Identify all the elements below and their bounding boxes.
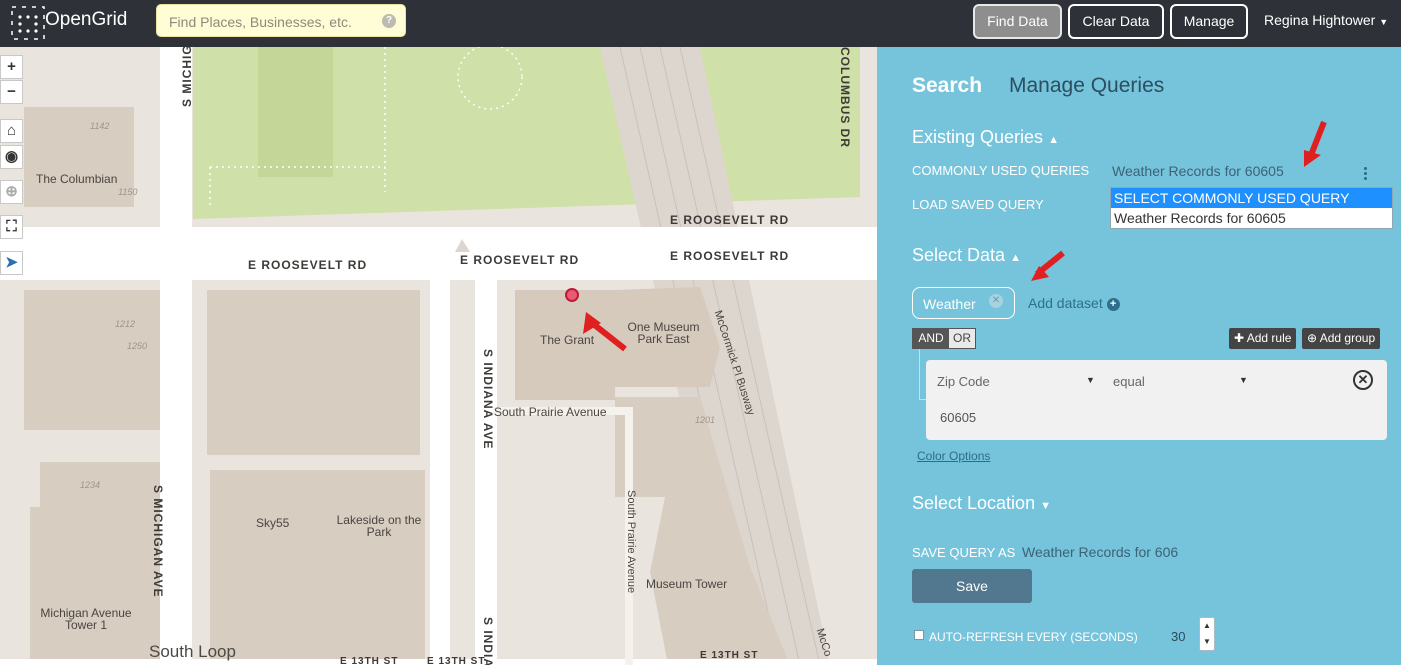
fullscreen-icon[interactable]: ⛶ <box>0 215 23 239</box>
refresh-stepper[interactable]: ▲ ▼ <box>1199 617 1215 651</box>
color-options-link[interactable]: Color Options <box>917 449 990 463</box>
plus-circle-icon: ⊕ <box>1307 331 1318 345</box>
address-number: 1234 <box>80 480 101 490</box>
tab-manage-queries[interactable]: Manage Queries <box>1009 74 1164 98</box>
query-rule: Zip Code ▼ equal ▼ 60605 ✕ <box>926 360 1387 440</box>
street-label: South Prairie Avenue <box>625 490 637 594</box>
and-button[interactable]: AND <box>913 329 949 348</box>
auto-refresh-checkbox[interactable] <box>914 630 924 640</box>
street-label: South Prairie Avenue <box>494 405 607 419</box>
red-arrow-icon <box>1031 250 1065 281</box>
add-rule-button[interactable]: ✚ Add rule <box>1229 328 1297 349</box>
rule-value-input[interactable]: 60605 <box>940 410 976 425</box>
auto-refresh-label: AUTO-REFRESH EVERY (SECONDS) <box>929 630 1138 644</box>
address-number: 1212 <box>115 319 136 329</box>
zoom-in-button[interactable]: + <box>0 55 23 79</box>
rule-field-select[interactable]: Zip Code <box>937 374 990 389</box>
street-label: COLUMBUS DR <box>838 47 852 148</box>
save-query-label: SAVE QUERY AS <box>912 545 1016 560</box>
delete-rule-icon[interactable]: ✕ <box>1353 370 1373 390</box>
save-query-input[interactable]: Weather Records for 606 <box>1022 544 1178 560</box>
common-queries-dropdown[interactable]: SELECT COMMONLY USED QUERY Weather Recor… <box>1110 187 1393 229</box>
select-location-header[interactable]: Select Location ▼ <box>912 493 1051 514</box>
zoom-area-icon[interactable]: ⊕ <box>0 180 23 204</box>
street-label: S INDIANA AVE <box>481 349 495 450</box>
stepper-up-icon[interactable]: ▲ <box>1200 618 1214 634</box>
plus-circle-icon: + <box>1106 297 1120 311</box>
street-label: E 13TH ST <box>340 656 399 665</box>
street-label: E ROOSEVELT RD <box>460 253 580 267</box>
home-icon[interactable]: ⌂ <box>0 119 23 143</box>
top-navbar: OpenGrid ? Find Data Clear Data Manage R… <box>0 0 1401 47</box>
find-data-button[interactable]: Find Data <box>973 4 1062 39</box>
street-label: E ROOSEVELT RD <box>670 249 790 263</box>
tab-search[interactable]: Search <box>912 74 982 98</box>
plus-icon: ✚ <box>1234 331 1245 345</box>
user-menu[interactable]: Regina Hightower ▼ <box>1264 12 1388 28</box>
caret-down-icon: ▼ <box>1086 375 1095 385</box>
opengrid-logo-icon[interactable] <box>10 5 46 41</box>
auto-refresh-value[interactable]: 30 <box>1171 629 1185 644</box>
manage-button[interactable]: Manage <box>1170 4 1248 39</box>
place-label: Sky55 <box>256 516 290 530</box>
address-number: 1250 <box>127 341 148 351</box>
more-options-icon[interactable] <box>1362 165 1368 181</box>
rule-operator-select[interactable]: equal <box>1113 374 1145 389</box>
address-number: 1201 <box>695 415 716 425</box>
existing-queries-header[interactable]: Existing Queries ▲ <box>912 127 1059 148</box>
user-name: Regina Hightower <box>1264 12 1376 28</box>
place-label: Lakeside on the Park <box>336 513 422 539</box>
help-icon[interactable]: ? <box>382 14 396 28</box>
map-base <box>0 47 877 665</box>
address-number: 1150 <box>118 187 138 197</box>
map-canvas[interactable]: + − ⌂ ◉ ⊕ ⛶ ➤ S MICHIGAN AVE S MICHIGAN … <box>0 47 877 665</box>
neighborhood-label: South Loop <box>149 642 236 661</box>
caret-up-icon: ▲ <box>1010 252 1021 264</box>
place-label: One Museum Park East <box>627 320 700 346</box>
dataset-chip-label: Weather <box>923 296 976 312</box>
clear-data-button[interactable]: Clear Data <box>1068 4 1164 39</box>
app-name[interactable]: OpenGrid <box>45 9 127 31</box>
common-queries-select[interactable]: Weather Records for 60605 <box>1112 163 1284 179</box>
load-saved-query-label: LOAD SAVED QUERY <box>912 197 1044 212</box>
dropdown-option[interactable]: Weather Records for 60605 <box>1111 208 1392 228</box>
stepper-down-icon[interactable]: ▼ <box>1200 634 1214 650</box>
common-queries-label: COMMONLY USED QUERIES <box>912 163 1090 178</box>
street-label: E ROOSEVELT RD <box>248 258 368 272</box>
place-search[interactable]: ? <box>156 4 406 37</box>
street-label: E 13TH ST <box>427 656 486 665</box>
select-data-header[interactable]: Select Data ▲ <box>912 245 1021 266</box>
remove-dataset-icon[interactable]: ✕ <box>989 294 1003 308</box>
caret-up-icon: ▲ <box>1048 134 1059 146</box>
add-group-button[interactable]: ⊕ Add group <box>1302 328 1381 349</box>
zoom-out-button[interactable]: − <box>0 80 23 104</box>
and-or-toggle[interactable]: AND OR <box>912 328 976 349</box>
place-search-input[interactable] <box>169 12 379 31</box>
map-marker[interactable] <box>565 288 579 302</box>
place-label: Museum Tower <box>646 577 728 591</box>
locate-icon[interactable]: ◉ <box>0 145 23 169</box>
dropdown-option[interactable]: SELECT COMMONLY USED QUERY <box>1111 188 1392 208</box>
or-button[interactable]: OR <box>949 329 975 348</box>
place-label: The Grant <box>540 333 595 347</box>
caret-down-icon: ▼ <box>1040 500 1051 512</box>
street-label: E 13TH ST <box>700 650 759 661</box>
red-arrow-icon <box>1304 120 1327 167</box>
street-label: E ROOSEVELT RD <box>670 213 790 227</box>
query-panel: Search Manage Queries Existing Queries ▲… <box>877 47 1401 665</box>
street-label: S MICHIGAN AVE <box>180 47 194 107</box>
place-label: Michigan Avenue Tower 1 <box>40 606 132 632</box>
navigate-icon[interactable]: ➤ <box>0 251 23 275</box>
save-button[interactable]: Save <box>912 569 1032 603</box>
address-number: 1142 <box>90 121 110 131</box>
place-label: The Columbian <box>36 172 118 186</box>
caret-down-icon: ▼ <box>1239 375 1248 385</box>
caret-down-icon: ▼ <box>1379 17 1389 27</box>
street-label: S MICHIGAN AVE <box>151 485 165 598</box>
add-dataset-link[interactable]: Add dataset + <box>1028 295 1120 311</box>
dataset-chip[interactable]: Weather ✕ <box>912 287 1015 319</box>
